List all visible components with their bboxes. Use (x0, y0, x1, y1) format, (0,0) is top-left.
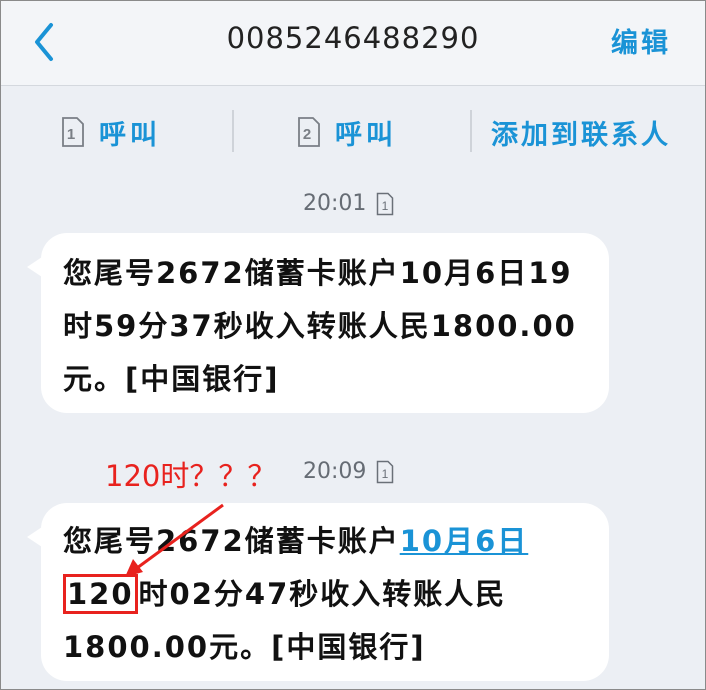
svg-text:1: 1 (382, 467, 389, 481)
sim-card-2-icon: 2 (298, 117, 320, 147)
add-to-contacts-label: 添加到联系人 (491, 119, 671, 151)
call-sim1-button[interactable]: 1 呼叫 (61, 112, 161, 152)
message-line: 您尾号2672储蓄卡账户10月6日19 (63, 256, 573, 290)
sms-conversation-screen: 0085246488290 编辑 1 呼叫 2 呼叫 添加到联系人 20:01 (0, 0, 706, 690)
highlight-box: 120 (63, 574, 138, 614)
message-text-segment: 时02分47秒收入转账人民 (138, 577, 507, 611)
edit-button[interactable]: 编辑 (611, 21, 671, 60)
call-sim1-label: 呼叫 (99, 119, 161, 151)
sim-card-1-icon: 1 (62, 117, 84, 147)
action-bar: 1 呼叫 2 呼叫 添加到联系人 (1, 86, 705, 178)
conversation-title: 0085246488290 (226, 21, 480, 55)
message-bubble[interactable]: 您尾号2672储蓄卡账户10月6日19 时59分37秒收入转账人民1800.00… (27, 233, 609, 413)
bubble-tail (27, 525, 45, 549)
svg-text:1: 1 (382, 199, 389, 213)
message-bubble[interactable]: 您尾号2672储蓄卡账户10月6日 120 时02分47秒收入转账人民 1800.… (27, 503, 609, 681)
timestamp-text: 20:09 (303, 459, 367, 484)
chevron-left-icon (35, 23, 53, 61)
annotation-text: 120时？？？ (105, 459, 277, 493)
message-line: 1800.00元。[中国银行] (63, 630, 426, 664)
svg-text:2: 2 (303, 126, 315, 143)
timestamp-text: 20:01 (303, 191, 367, 216)
message-timestamp: 20:01 1 (303, 191, 394, 216)
top-bar: 0085246488290 编辑 (1, 1, 705, 86)
bubble-tail (27, 255, 45, 279)
sim-card-1-icon: 1 (377, 460, 394, 483)
message-timestamp: 20:09 1 (303, 459, 394, 484)
call-sim2-label: 呼叫 (335, 119, 397, 151)
svg-text:1: 1 (67, 126, 79, 143)
message-line: 元。[中国银行] (63, 362, 280, 396)
call-sim2-button[interactable]: 2 呼叫 (297, 112, 397, 152)
message-line: 120 时02分47秒收入转账人民 (63, 568, 528, 621)
message-text: 您尾号2672储蓄卡账户10月6日 120 时02分47秒收入转账人民 1800.… (63, 515, 528, 674)
back-button[interactable] (25, 15, 75, 69)
sim-card-1-icon: 1 (377, 192, 394, 215)
message-text-segment: 您尾号2672储蓄卡账户 (63, 524, 400, 558)
date-link[interactable]: 10月6日 (400, 524, 529, 558)
divider (232, 110, 234, 152)
message-text: 您尾号2672储蓄卡账户10月6日19 时59分37秒收入转账人民1800.00… (63, 247, 577, 406)
message-line: 时59分37秒收入转账人民1800.00 (63, 309, 577, 343)
add-to-contacts-button[interactable]: 添加到联系人 (491, 112, 671, 152)
divider (470, 110, 472, 152)
message-line: 您尾号2672储蓄卡账户10月6日 (63, 515, 528, 568)
